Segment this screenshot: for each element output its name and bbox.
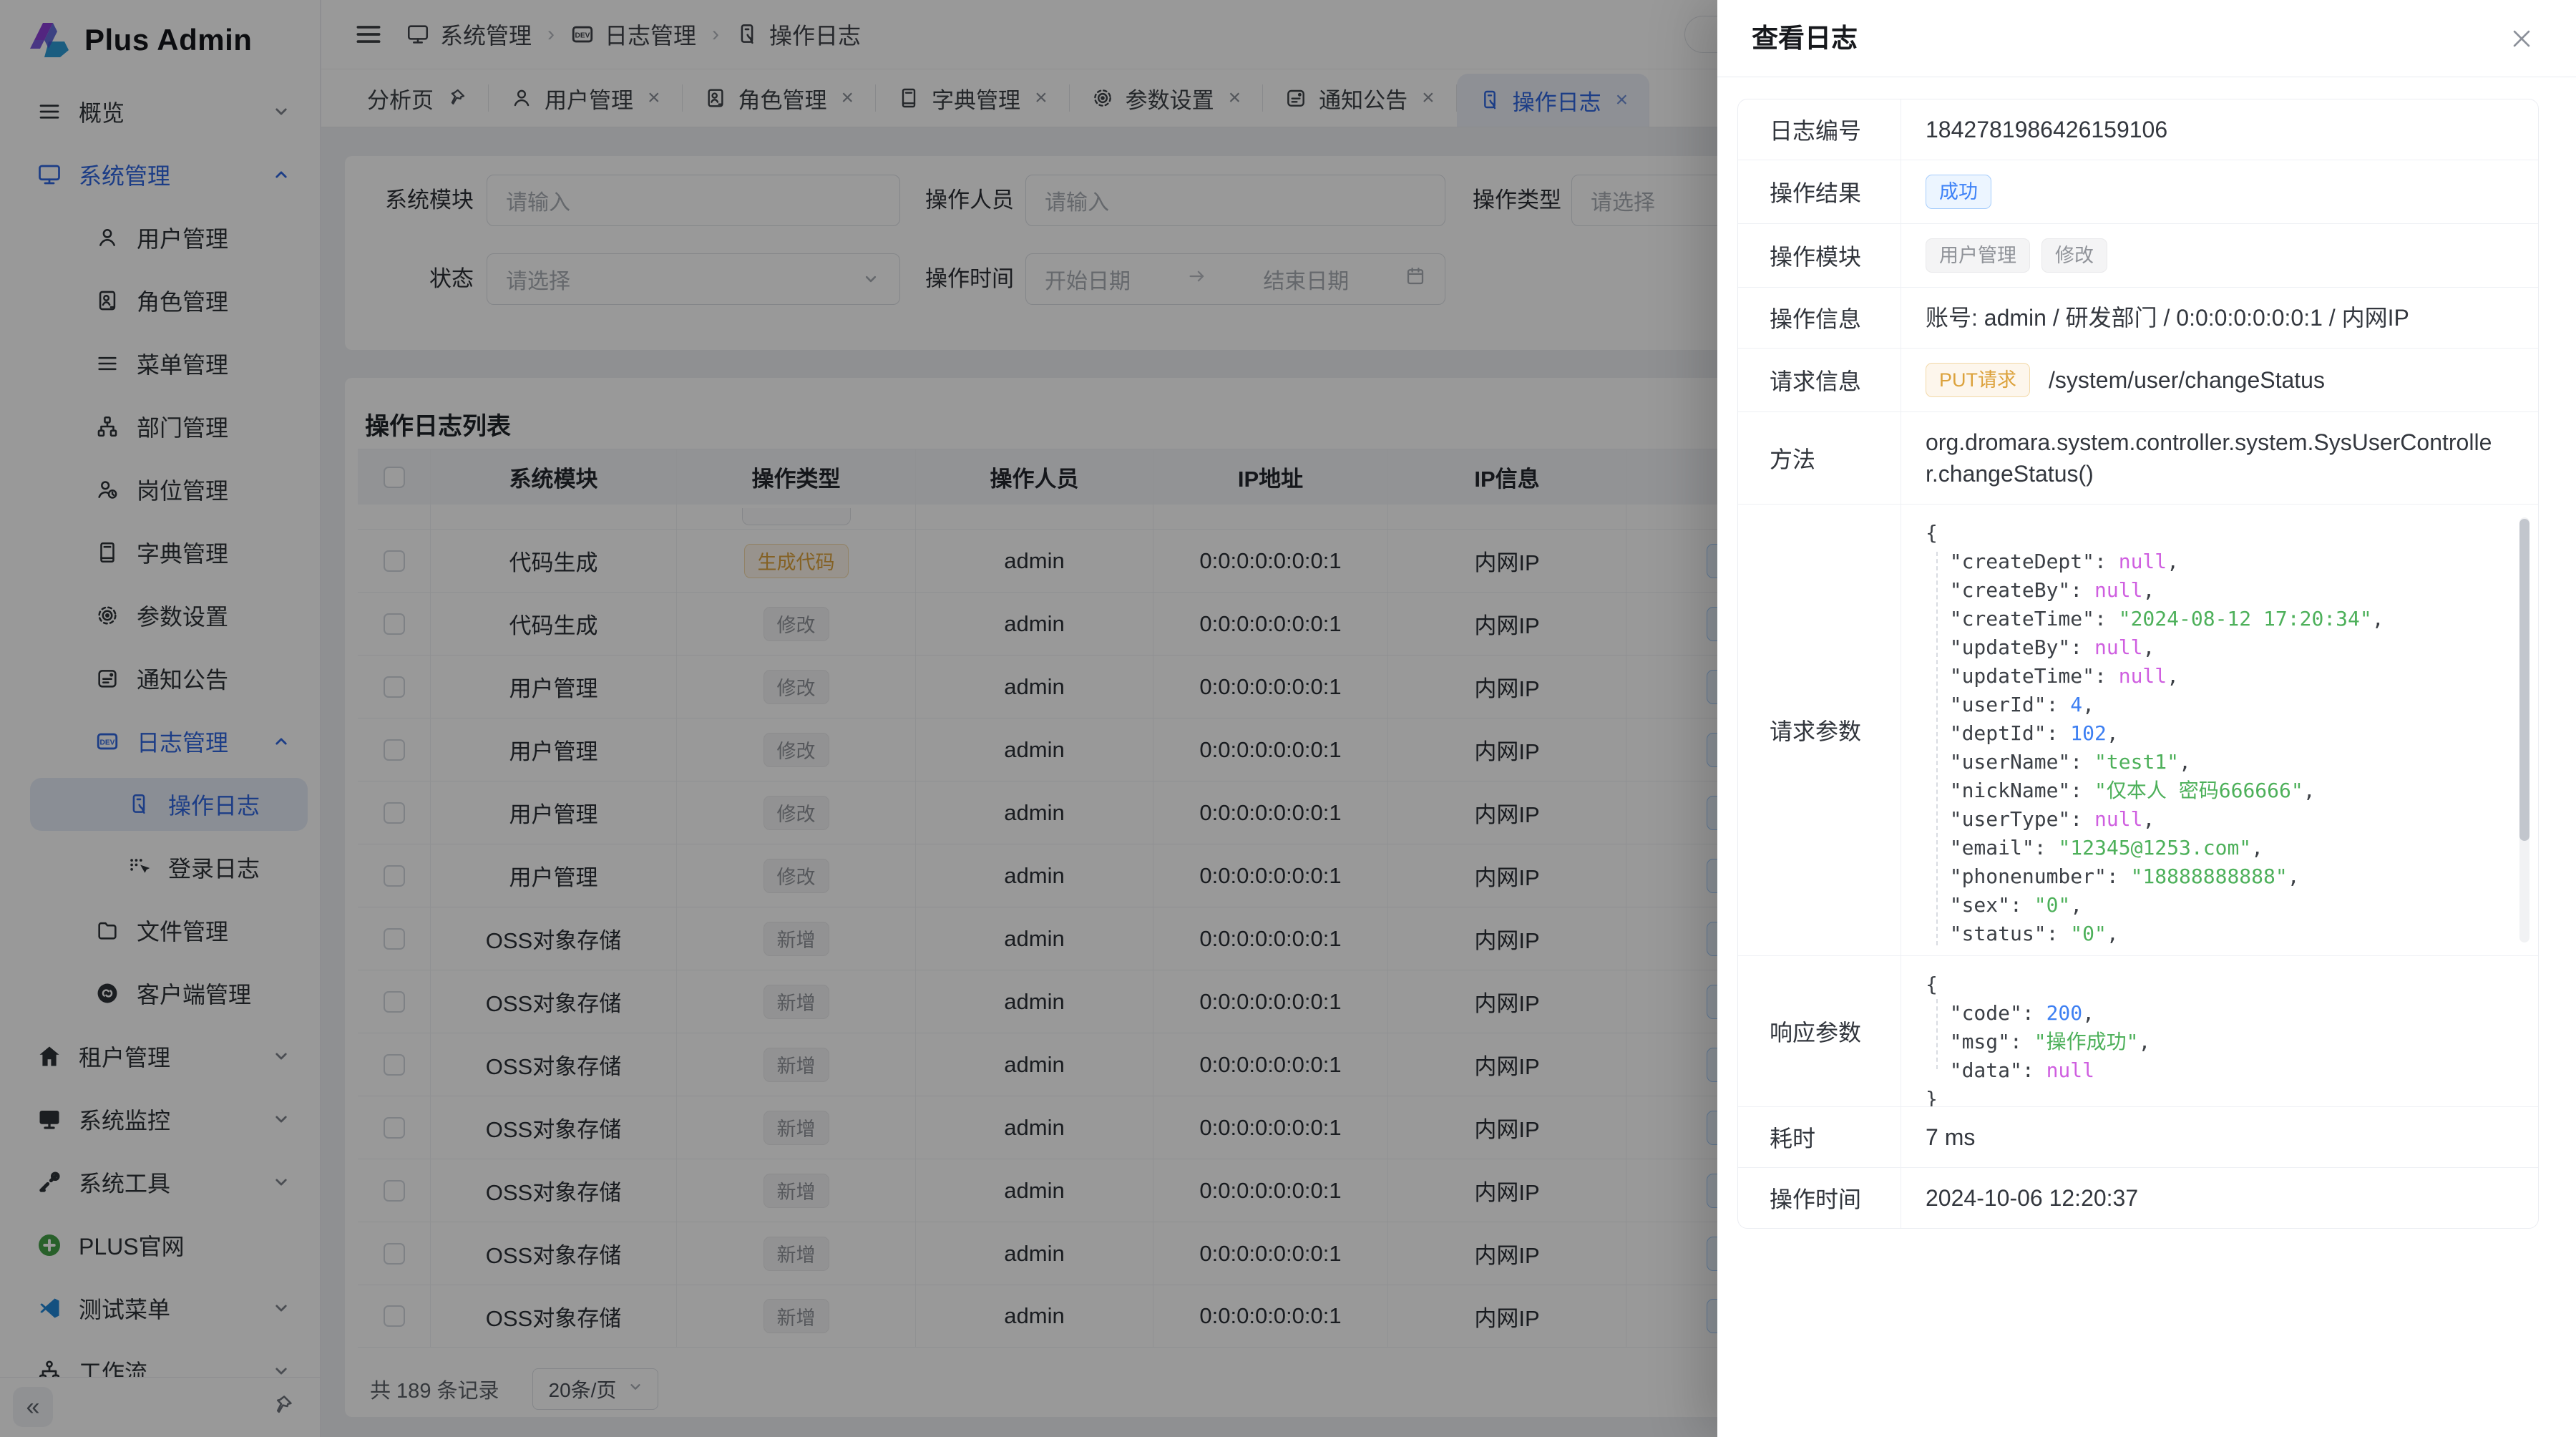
indent-guide <box>1936 552 1938 945</box>
log-id-value: 1842781986426159106 <box>1901 99 2538 160</box>
json-line: "updateTime": null, <box>1926 662 2509 691</box>
log-id-label: 日志编号 <box>1738 99 1901 160</box>
json-line: "createBy": null, <box>1926 576 2509 605</box>
json-line: } <box>1926 1085 2509 1106</box>
json-line: "deptId": 102, <box>1926 719 2509 748</box>
json-line: "status": "0", <box>1926 920 2509 948</box>
json-line: "userName": "test1", <box>1926 748 2509 776</box>
log-id-row: 日志编号 1842781986426159106 <box>1738 99 2538 160</box>
cost-row: 耗时 7 ms <box>1738 1106 2538 1167</box>
request-url: /system/user/changeStatus <box>2049 364 2325 396</box>
info-row: 操作信息 账号: admin / 研发部门 / 0:0:0:0:0:0:0:1 … <box>1738 287 2538 348</box>
json-line: "userId": 4, <box>1926 691 2509 719</box>
log-detail-table: 日志编号 1842781986426159106 操作结果 成功 操作模块 用户… <box>1737 99 2539 1229</box>
json-line: "updateBy": null, <box>1926 633 2509 662</box>
result-label: 操作结果 <box>1738 160 1901 223</box>
operation-time-label: 操作时间 <box>1738 1168 1901 1228</box>
request-params-label: 请求参数 <box>1738 505 1901 955</box>
json-line: "nickName": "仅本人 密码666666", <box>1926 776 2509 805</box>
drawer-header: 查看日志 <box>1717 0 2576 77</box>
request-params-row: 请求参数 { "createDept": null, "createBy": n… <box>1738 504 2538 955</box>
method-row: 方法 org.dromara.system.controller.system.… <box>1738 411 2538 504</box>
response-params-row: 响应参数 { "code": 200, "msg": "操作成功", "data… <box>1738 955 2538 1106</box>
json-line: "data": null <box>1926 1056 2509 1085</box>
operation-time-row: 操作时间 2024-10-06 12:20:37 <box>1738 1167 2538 1228</box>
response-params-json: { "code": 200, "msg": "操作成功", "data": nu… <box>1901 956 2538 1106</box>
request-method-badge: PUT请求 <box>1926 363 2030 397</box>
response-params-label: 响应参数 <box>1738 956 1901 1106</box>
json-line: "msg": "操作成功", <box>1926 1028 2509 1056</box>
request-label: 请求信息 <box>1738 349 1901 411</box>
request-params-json: { "createDept": null, "createBy": null, … <box>1901 505 2538 955</box>
request-row: 请求信息 PUT请求 /system/user/changeStatus <box>1738 348 2538 411</box>
info-label: 操作信息 <box>1738 288 1901 348</box>
result-status-badge: 成功 <box>1926 175 1991 209</box>
json-line: "phonenumber": "18888888888", <box>1926 862 2509 891</box>
cost-value: 7 ms <box>1901 1107 2538 1167</box>
indent-guide <box>1936 999 1938 1069</box>
info-value: 账号: admin / 研发部门 / 0:0:0:0:0:0:0:1 / 内网I… <box>1901 288 2538 348</box>
result-row: 操作结果 成功 <box>1738 160 2538 223</box>
scrollbar-thumb[interactable] <box>2519 519 2529 841</box>
module-row: 操作模块 用户管理 修改 <box>1738 223 2538 287</box>
module-action-badge: 修改 <box>2041 238 2107 273</box>
view-log-drawer: 查看日志 日志编号 1842781986426159106 操作结果 成功 操作… <box>1717 0 2576 1437</box>
scrollbar-track <box>2519 517 2529 942</box>
json-line: "sex": "0", <box>1926 891 2509 920</box>
json-line: "email": "12345@1253.com", <box>1926 834 2509 862</box>
cost-label: 耗时 <box>1738 1107 1901 1167</box>
module-label: 操作模块 <box>1738 224 1901 287</box>
json-line: "createDept": null, <box>1926 547 2509 576</box>
module-badge: 用户管理 <box>1926 238 2030 273</box>
method-label: 方法 <box>1738 412 1901 504</box>
json-line: "createTime": "2024-08-12 17:20:34", <box>1926 605 2509 633</box>
json-line: { <box>1926 970 2509 999</box>
operation-time-value: 2024-10-06 12:20:37 <box>1901 1168 2538 1228</box>
drawer-title: 查看日志 <box>1752 0 1858 77</box>
method-value: org.dromara.system.controller.system.Sys… <box>1901 412 2538 504</box>
json-line: "userType": null, <box>1926 805 2509 834</box>
close-icon[interactable] <box>2499 16 2545 62</box>
json-line: { <box>1926 519 2509 547</box>
json-line: "code": 200, <box>1926 999 2509 1028</box>
